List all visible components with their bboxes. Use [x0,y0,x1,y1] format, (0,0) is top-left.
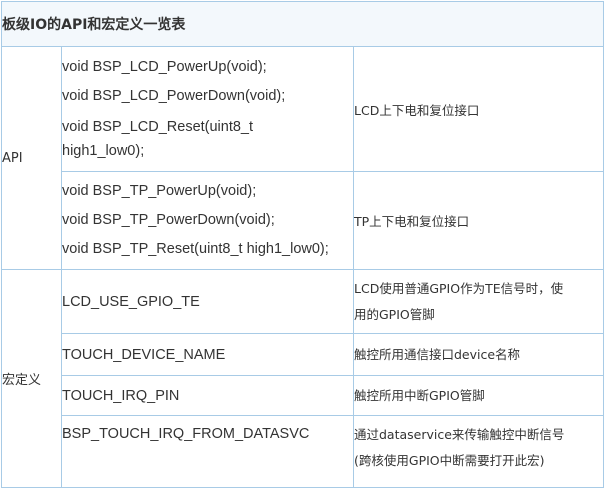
table-row: BSP_TOUCH_IRQ_FROM_DATASVC 通过dataservice… [2,415,604,488]
macro-category-label: 宏定义 [1,269,62,488]
function-signature: void BSP_TP_Reset(uint8_t high1_low0); [62,241,329,257]
api-description-lcd: LCD上下电和复位接口 [352,46,604,172]
function-signature-continued: high1_low0); [62,143,145,159]
io-api-macro-table: 板级IO的API和宏定义一览表 API void BSP_LCD_PowerUp… [0,1,604,488]
table-row: TOUCH_IRQ_PIN 触控所用中断GPIO管脚 [2,375,604,416]
table-row: TOUCH_DEVICE_NAME 触控所用通信接口device名称 [2,333,604,376]
macro-name: BSP_TOUCH_IRQ_FROM_DATASVC [61,415,354,488]
function-signature: void BSP_LCD_PowerDown(void); [62,88,286,104]
table-row: API void BSP_LCD_PowerUp(void); void BSP… [1,46,604,270]
table-title: 板级IO的API和宏定义一览表 [0,1,604,47]
function-signature: void BSP_LCD_PowerUp(void); [62,59,267,75]
macro-name: TOUCH_IRQ_PIN [61,375,354,416]
api-category-label: API [1,46,62,270]
description-line: 触控所用中断GPIO管脚 [354,387,485,403]
macro-description: LCD使用普通GPIO作为TE信号时，使 用的GPIO管脚 [352,269,604,334]
macro-name: LCD_USE_GPIO_TE [61,269,354,334]
api-functions-lcd: void BSP_LCD_PowerUp(void); void BSP_LCD… [61,46,354,172]
api-functions-tp: void BSP_TP_PowerUp(void); void BSP_TP_P… [61,171,354,270]
table-title-row: 板级IO的API和宏定义一览表 [0,1,604,47]
description-line: 用的GPIO管脚 [354,306,435,322]
macro-description: 触控所用中断GPIO管脚 [352,375,604,416]
description-line: 通过dataservice来传输触控中断信号 [354,427,565,442]
macro-description: 触控所用通信接口device名称 [352,333,604,376]
macro-description: 通过dataservice来传输触控中断信号 (跨核使用GPIO中断需要打开此宏… [352,415,604,488]
description-line: LCD使用普通GPIO作为TE信号时，使 [354,280,564,296]
description-line: (跨核使用GPIO中断需要打开此宏) [354,453,545,468]
description-line: 触控所用通信接口device名称 [354,346,521,362]
macro-name: TOUCH_DEVICE_NAME [61,333,354,376]
function-signature: void BSP_TP_PowerUp(void); [62,183,257,199]
api-description-tp: TP上下电和复位接口 [352,171,604,270]
function-signature: void BSP_TP_PowerDown(void); [62,212,275,228]
table-row: 宏定义 LCD_USE_GPIO_TE LCD使用普通GPIO作为TE信号时，使… [1,269,604,488]
table-row: void BSP_TP_PowerUp(void); void BSP_TP_P… [2,171,604,270]
function-signature: void BSP_LCD_Reset(uint8_t [62,119,254,135]
